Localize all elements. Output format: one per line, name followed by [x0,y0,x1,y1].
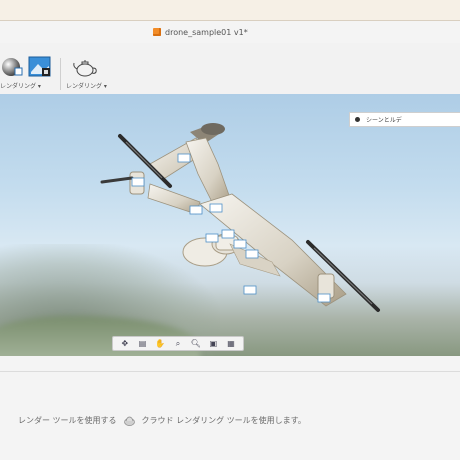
rendering-button[interactable] [72,58,98,78]
hand-icon[interactable]: ✋ [153,338,167,349]
document-title: drone_sample01 v1* [165,27,248,37]
browser-panel[interactable]: シーンとルデ [349,112,460,127]
render-sphere-icon [2,56,51,77]
status-text-before: レンダー ツールを使用する [18,415,117,425]
rendering-group-label[interactable]: レンダリング ▾ [66,81,107,90]
browser-panel-label: シーンとルデ [366,117,402,124]
teapot-cloud-icon [123,416,135,426]
zoom-icon[interactable]: 🔍︎ [189,338,203,349]
panel-divider [0,371,460,372]
orbit-icon[interactable]: ✥ [118,338,132,349]
teapot-render-icon [73,60,97,77]
status-message: レンダー ツールを使用する クラウド レンダリング ツールを使用します。 [18,413,306,427]
document-tab[interactable]: drone_sample01 v1* [153,26,248,38]
grid-icon[interactable]: ▦ [224,338,238,349]
render-group-label[interactable]: レンダリング ▾ [0,81,41,90]
toolbar-separator [60,58,61,90]
pan-icon[interactable]: ▤ [136,338,150,349]
top-strip [0,0,460,21]
visibility-bullet-icon[interactable] [355,117,360,122]
status-text-after: クラウド レンダリング ツールを使用します。 [141,415,306,425]
display-icon[interactable]: ▣ [206,338,220,349]
navigation-bar: ✥ ▤ ✋ ⌕ 🔍︎ ▣ ▦ [112,336,244,351]
drone-model[interactable] [0,94,460,356]
zoom-window-icon[interactable]: ⌕ [171,338,185,349]
design-cube-icon [153,28,161,36]
in-canvas-render-button[interactable] [0,55,54,79]
